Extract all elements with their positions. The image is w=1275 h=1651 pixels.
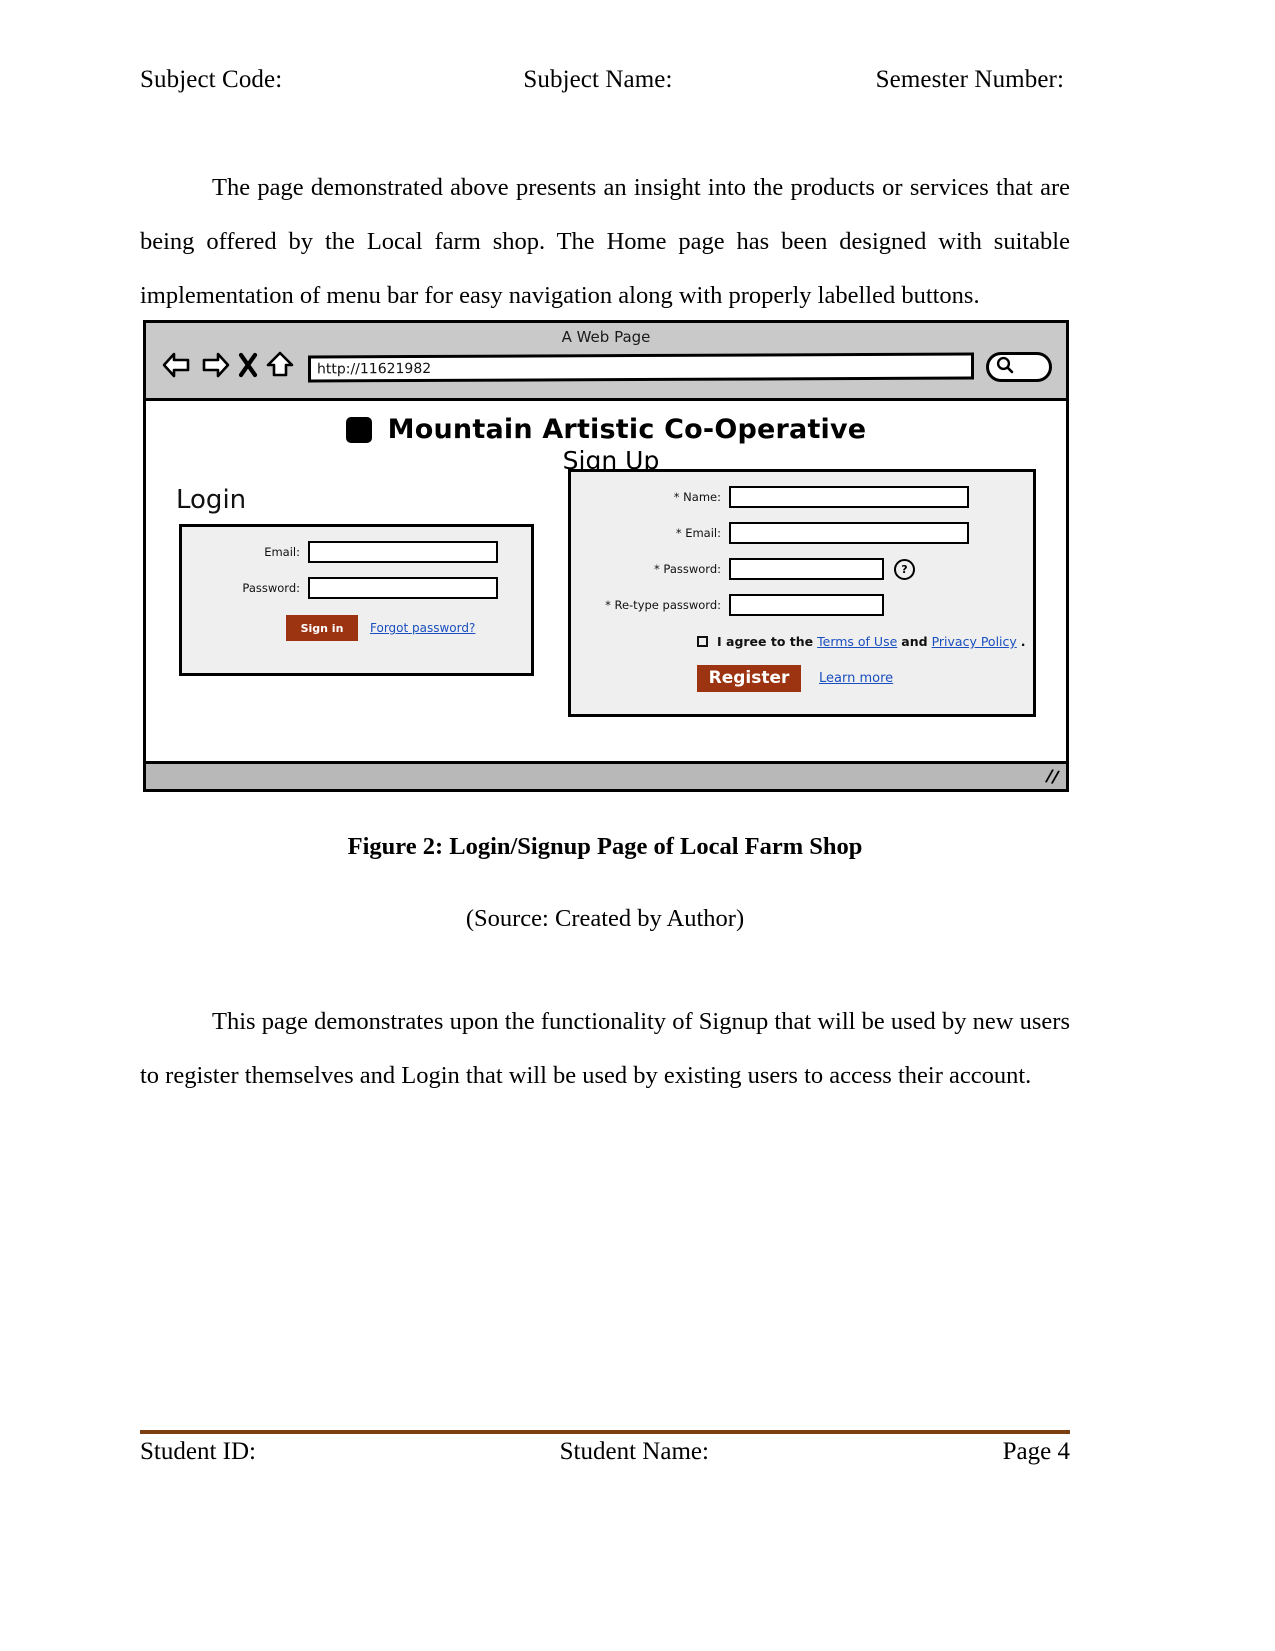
password-help-icon[interactable]: ? xyxy=(894,558,915,580)
browser-toolbar xyxy=(162,351,294,378)
browser-window-title: A Web Page xyxy=(561,328,651,346)
figure-browser-mockup: A Web Page http://11621982 Mountain Arti… xyxy=(143,320,1069,792)
search-icon xyxy=(995,355,1015,380)
body-paragraph-1: The page demonstrated above presents an … xyxy=(140,173,1070,309)
signup-name-input[interactable] xyxy=(729,486,969,508)
forgot-password-link[interactable]: Forgot password? xyxy=(370,621,475,635)
site-brand-row: Mountain Artistic Co-Operative xyxy=(146,401,1066,445)
browser-status-bar: // xyxy=(146,761,1066,789)
login-email-row: Email: xyxy=(182,541,531,563)
header-subject-name: Subject Name: xyxy=(523,66,673,93)
terms-of-use-link[interactable]: Terms of Use xyxy=(817,634,897,649)
close-x-icon[interactable] xyxy=(238,352,258,378)
login-form-panel: Email: Password: Sign in Forgot password… xyxy=(179,524,534,676)
learn-more-link[interactable]: Learn more xyxy=(819,671,893,686)
signup-name-label: * Name: xyxy=(673,490,721,504)
terms-agreement-row: I agree to the Terms of Use and Privacy … xyxy=(697,634,1033,649)
signup-actions-row: Register Learn more xyxy=(571,665,1033,692)
home-icon[interactable] xyxy=(266,351,294,378)
url-input[interactable]: http://11621982 xyxy=(308,352,974,383)
sign-in-button[interactable]: Sign in xyxy=(286,615,358,641)
header-subject-code: Subject Code: xyxy=(140,66,283,93)
signup-name-row: * Name: xyxy=(571,486,1033,508)
document-header: Subject Code: Subject Name: Semester Num… xyxy=(140,66,1070,94)
signup-email-row: * Email: xyxy=(571,522,1033,544)
browser-window: A Web Page http://11621982 Mountain Arti… xyxy=(143,320,1069,792)
agree-middle-text: and xyxy=(901,634,928,649)
site-brand-title: Mountain Artistic Co-Operative xyxy=(387,414,867,445)
login-heading: Login xyxy=(176,485,247,515)
signup-password-input[interactable] xyxy=(729,558,884,580)
footer-divider xyxy=(140,1430,1070,1434)
login-password-input[interactable] xyxy=(308,577,498,599)
login-email-input[interactable] xyxy=(308,541,498,563)
document-page: Subject Code: Subject Name: Semester Num… xyxy=(0,0,1275,1651)
forward-arrow-icon[interactable] xyxy=(200,352,230,378)
figure-source: (Source: Created by Author) xyxy=(465,905,745,932)
signup-email-label: * Email: xyxy=(675,526,721,540)
login-password-row: Password: xyxy=(182,577,531,599)
resize-grip-icon[interactable]: // xyxy=(1044,766,1060,788)
signup-password-row: * Password: ? xyxy=(571,558,1033,580)
signup-retype-row: * Re-type password: xyxy=(571,594,1033,616)
signup-email-input[interactable] xyxy=(729,522,969,544)
url-text: http://11621982 xyxy=(317,360,432,377)
forms-area: Login Email: Password: Sign in Forgot pa… xyxy=(146,469,1066,735)
footer-page-number: Page 4 xyxy=(1002,1438,1070,1465)
figure-caption: Figure 2: Login/Signup Page of Local Far… xyxy=(347,833,863,860)
body-paragraph-2: This page demonstrates upon the function… xyxy=(140,1007,1070,1089)
browser-chrome: A Web Page http://11621982 xyxy=(146,323,1066,401)
signup-retype-input[interactable] xyxy=(729,594,884,616)
search-box[interactable] xyxy=(986,352,1052,382)
brand-logo-icon xyxy=(345,416,372,443)
signup-retype-label: * Re-type password: xyxy=(605,598,721,612)
agree-prefix-text: I agree to the xyxy=(717,634,814,649)
mock-site-content: Mountain Artistic Co-Operative Sign Up L… xyxy=(146,401,1066,789)
terms-checkbox[interactable] xyxy=(697,636,708,647)
register-button[interactable]: Register xyxy=(697,665,801,692)
document-footer: Student ID: Student Name: Page 4 xyxy=(140,1438,1070,1466)
signup-form-panel: * Name: * Email: * Password: ? * Re-type… xyxy=(568,469,1036,717)
footer-student-id: Student ID: xyxy=(140,1438,256,1465)
header-semester-number: Semester Number: xyxy=(875,66,1064,93)
login-password-label: Password: xyxy=(242,581,300,595)
privacy-policy-link[interactable]: Privacy Policy xyxy=(932,634,1017,649)
agree-suffix-text: . xyxy=(1020,634,1026,649)
login-email-label: Email: xyxy=(264,545,300,559)
login-actions-row: Sign in Forgot password? xyxy=(182,615,531,641)
signup-password-label: * Password: xyxy=(654,562,721,576)
footer-student-name: Student Name: xyxy=(559,1438,709,1465)
back-arrow-icon[interactable] xyxy=(162,352,192,378)
